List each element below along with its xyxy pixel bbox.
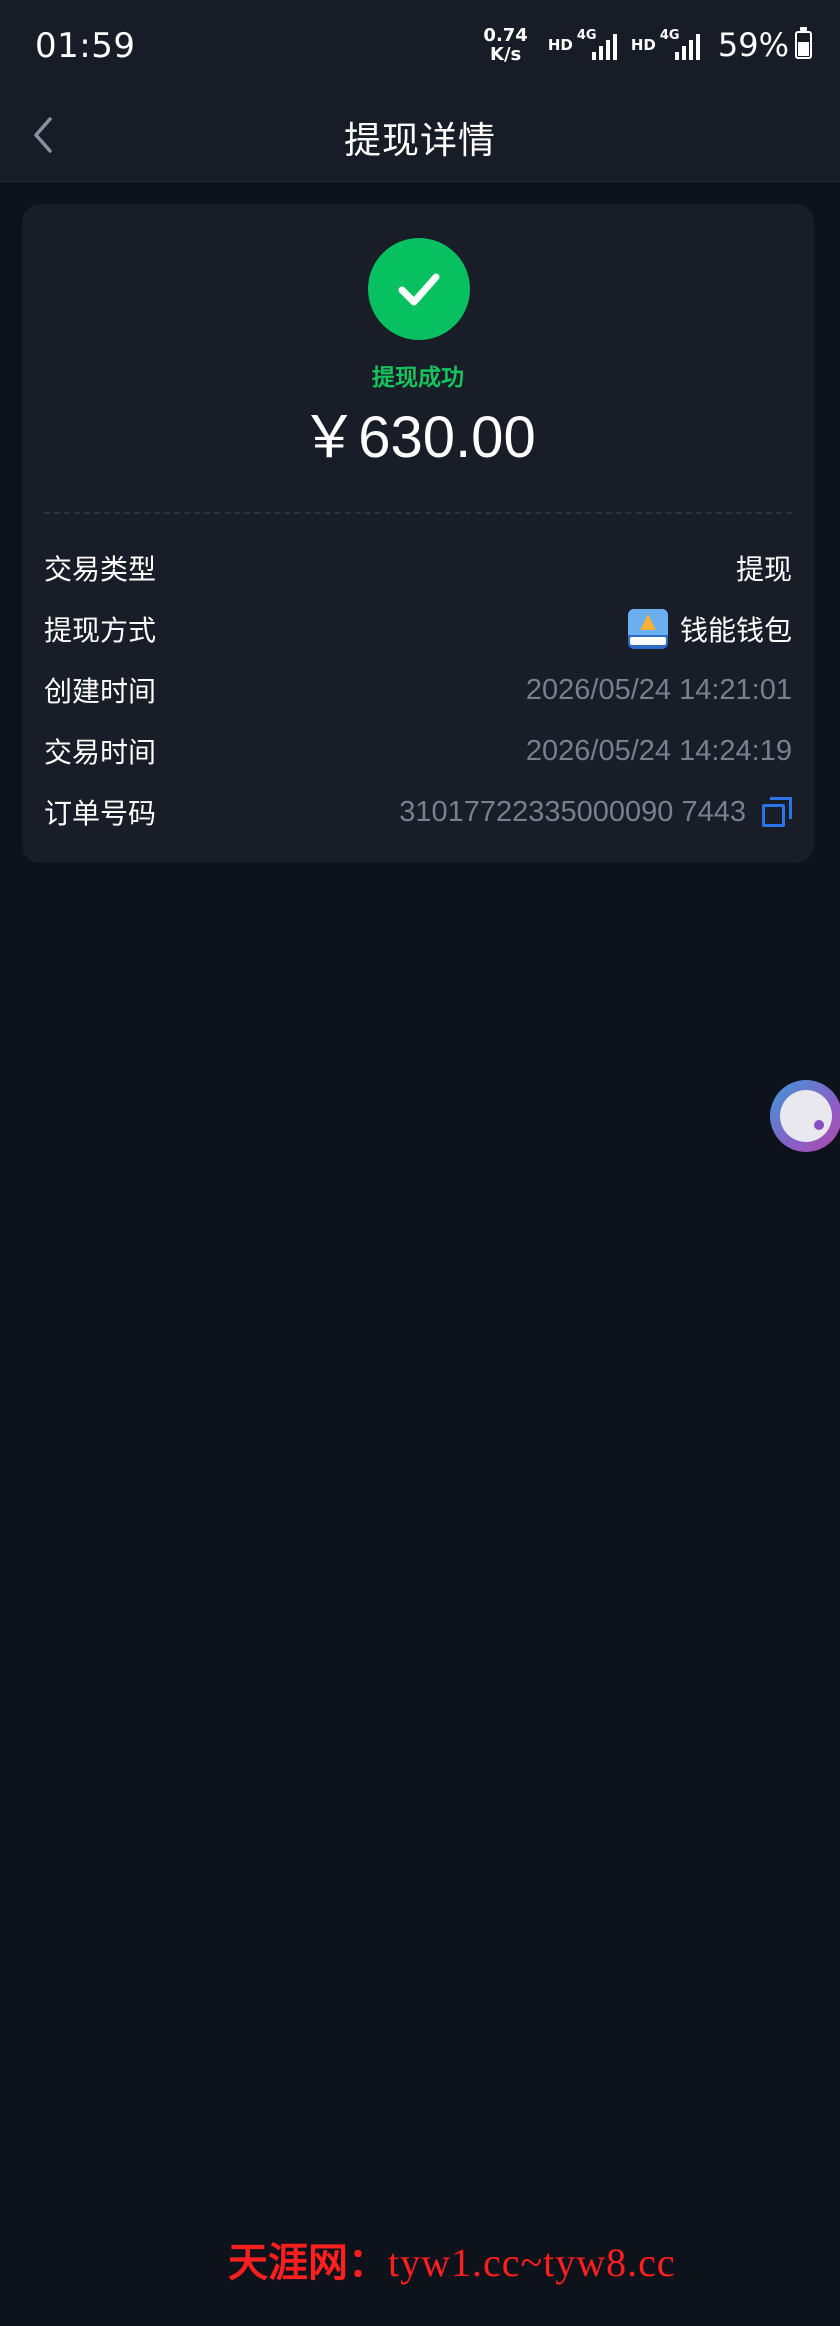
network-speed-value: 0.74 xyxy=(483,25,528,46)
status-time: 01:59 xyxy=(35,26,136,66)
wallet-name: 钱能钱包 xyxy=(679,614,792,647)
dashed-divider xyxy=(44,512,792,514)
detail-value: 钱能钱包 xyxy=(627,609,792,649)
check-icon xyxy=(398,273,440,306)
battery-percent: 59% xyxy=(717,26,789,64)
detail-label: 提现方式 xyxy=(44,614,157,647)
detail-label: 创建时间 xyxy=(44,675,157,708)
check-circle-icon xyxy=(368,238,470,340)
order-number: 31017722335000090 7443 xyxy=(399,795,746,828)
status-bar: 01:59 0.74 K/s HD 4G HD 4G 59% xyxy=(0,0,840,88)
battery-icon xyxy=(795,27,812,59)
withdrawal-detail-card: 提现成功 ￥630.00 交易类型 提现 提现方式 钱能钱包 创建时间 2026… xyxy=(22,204,814,863)
watermark-latin: tyw1.cc~tyw8.cc xyxy=(388,2240,676,2285)
detail-value: 2026/05/24 14:21:01 xyxy=(525,673,792,706)
detail-row-type: 交易类型 提现 xyxy=(44,542,792,594)
detail-value: 31017722335000090 7443 xyxy=(399,796,792,829)
network-speed: 0.74 K/s xyxy=(483,26,527,64)
detail-value: 2026/05/24 14:24:19 xyxy=(525,734,792,767)
wallet-app-icon xyxy=(627,609,668,649)
nav-bar: 提现详情 xyxy=(0,88,840,182)
detail-row-method: 提现方式 钱能钱包 xyxy=(44,603,792,655)
signal-icon-2: 4G xyxy=(660,28,700,62)
signal-icon: 4G xyxy=(577,28,617,62)
detail-label: 订单号码 xyxy=(44,797,157,830)
detail-value: 提现 xyxy=(735,553,792,586)
detail-label: 交易时间 xyxy=(44,736,157,769)
watermark-cjk: 天涯网： xyxy=(228,2240,388,2285)
page-title: 提现详情 xyxy=(344,119,496,162)
amount: ￥630.00 xyxy=(300,405,536,470)
detail-row-order: 订单号码 31017722335000090 7443 xyxy=(44,786,792,838)
detail-row-traded: 交易时间 2026/05/24 14:24:19 xyxy=(44,725,792,777)
detail-label: 交易类型 xyxy=(44,553,157,586)
hd-badge: HD xyxy=(547,36,573,54)
copy-icon[interactable] xyxy=(762,797,792,827)
watermark: 天涯网：tyw1.cc~tyw8.cc xyxy=(228,2230,828,2286)
assistive-ball-icon[interactable] xyxy=(770,1080,840,1152)
status-text: 提现成功 xyxy=(372,365,464,391)
network-speed-unit: K/s xyxy=(490,44,522,65)
hd-badge-2: HD xyxy=(630,36,656,54)
status-indicators: 0.74 K/s HD 4G HD 4G 59% xyxy=(483,22,812,68)
detail-row-created: 创建时间 2026/05/24 14:21:01 xyxy=(44,664,792,716)
